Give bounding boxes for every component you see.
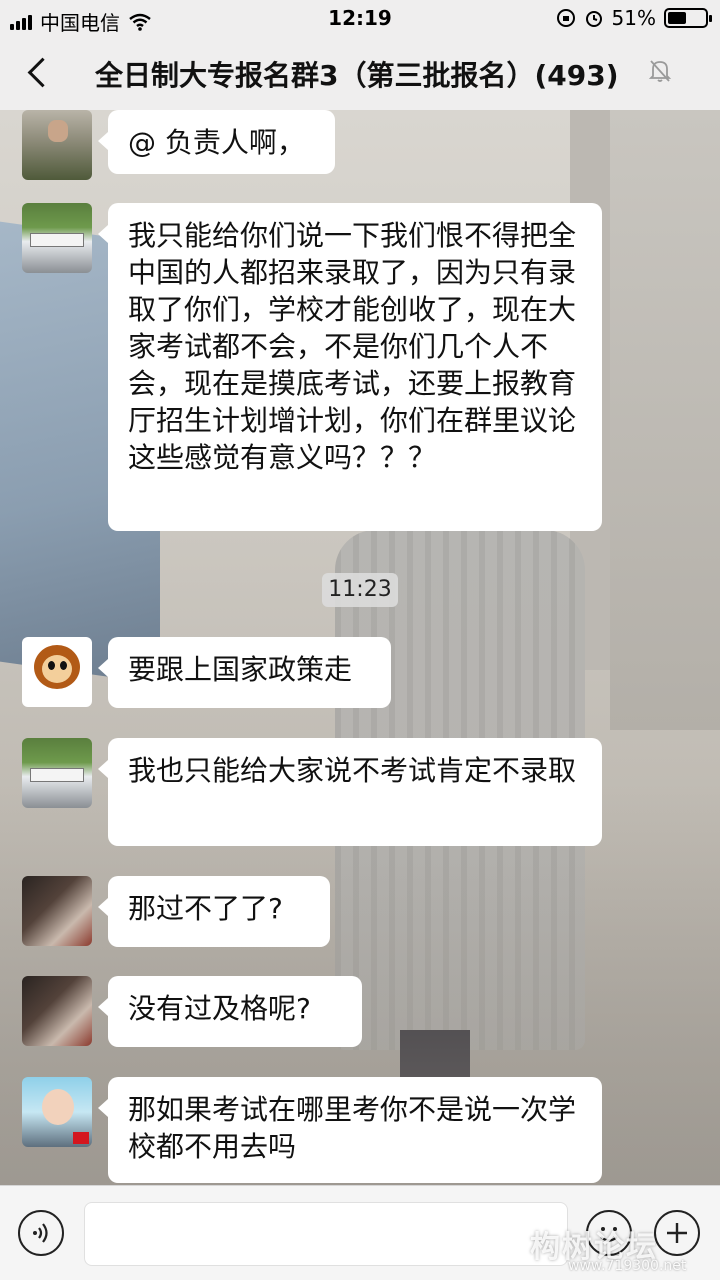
voice-icon: [33, 1223, 48, 1243]
message-bubble[interactable]: 没有过及格呢?: [98, 976, 362, 1047]
battery-fill: [668, 12, 687, 24]
more-options-button[interactable]: [654, 1210, 700, 1256]
soldier-avatar[interactable]: [22, 110, 92, 180]
girl-avatar[interactable]: [22, 876, 92, 946]
chat-header: 全日制大专报名群3（第三批报名）(493): [0, 36, 720, 110]
message-row: 我只能给你们说一下我们恨不得把全中国的人都招来录取了，因为只有录取了你们，学校才…: [22, 203, 602, 531]
message-timestamp: 11:23: [322, 573, 398, 607]
monkey-avatar[interactable]: [22, 637, 92, 707]
girl-avatar[interactable]: [22, 976, 92, 1046]
watermark-url: www.719300.net: [568, 1258, 687, 1274]
status-bar: 中国电信 12:19 51%: [0, 0, 720, 36]
message-row: 那如果考试在哪里考你不是说一次学校都不用去吗: [22, 1077, 602, 1183]
message-bubble[interactable]: 要跟上国家政策走: [98, 637, 391, 708]
message-row: 那过不了了?: [22, 876, 330, 947]
status-right: 51%: [556, 6, 712, 30]
back-button[interactable]: [22, 52, 62, 92]
plus-icon: [667, 1223, 687, 1243]
message-bubble[interactable]: 我只能给你们说一下我们恨不得把全中国的人都招来录取了，因为只有录取了你们，学校才…: [98, 203, 602, 531]
background-wall-right: [610, 110, 720, 730]
message-bubble[interactable]: @ 负责人啊，: [98, 110, 335, 174]
school-avatar[interactable]: [22, 203, 92, 273]
message-row: 要跟上国家政策走: [22, 637, 391, 708]
message-row: 我也只能给大家说不考试肯定不录取: [22, 738, 602, 846]
message-bubble[interactable]: 那过不了了?: [98, 876, 330, 947]
message-bubble[interactable]: 那如果考试在哪里考你不是说一次学校都不用去吗: [98, 1077, 602, 1183]
chat-title: 全日制大专报名群3（第三批报名）(493): [95, 59, 619, 92]
kid-avatar[interactable]: [22, 1077, 92, 1147]
message-input[interactable]: [84, 1202, 568, 1266]
message-row: 没有过及格呢?: [22, 976, 362, 1047]
battery-icon: [664, 8, 712, 28]
alarm-icon: [585, 11, 602, 27]
voice-input-button[interactable]: [18, 1210, 64, 1256]
school-avatar[interactable]: [22, 738, 92, 808]
message-bubble[interactable]: 我也只能给大家说不考试肯定不录取: [98, 738, 602, 846]
message-row: @ 负责人啊，: [22, 110, 335, 180]
orientation-lock-icon: [556, 9, 575, 27]
battery-percent: 51%: [611, 6, 656, 30]
mute-bell-icon: [648, 60, 672, 82]
